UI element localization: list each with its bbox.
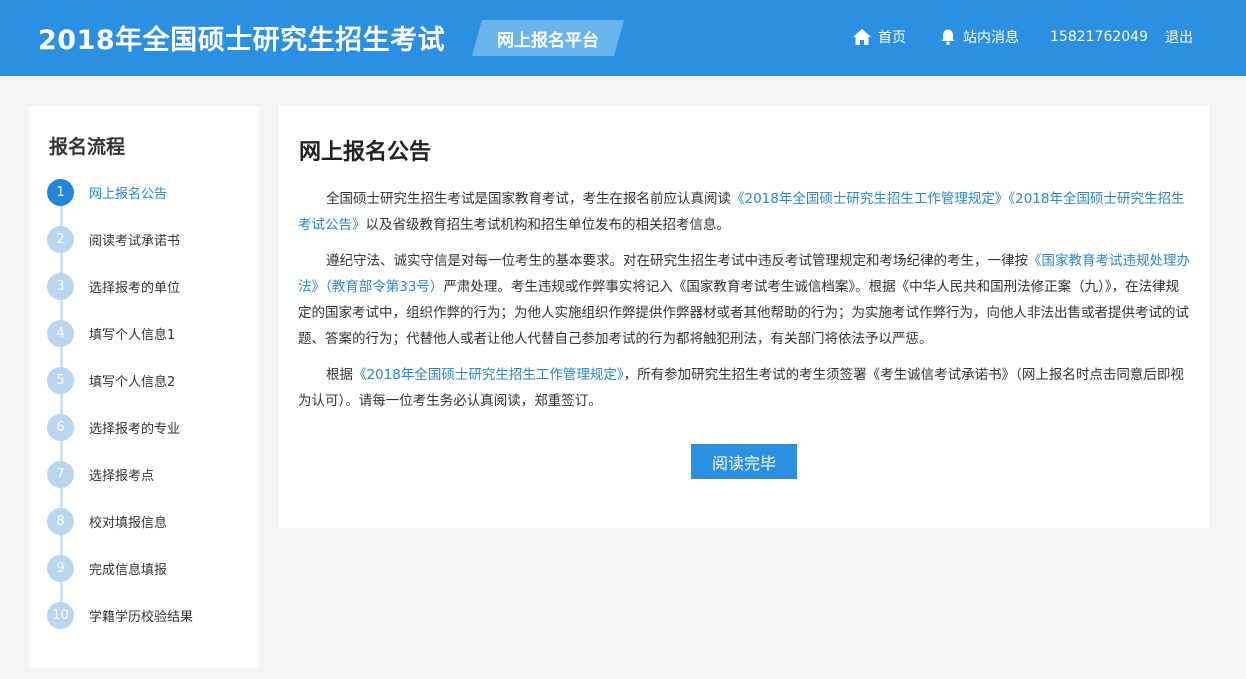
step-number: 7	[47, 460, 74, 488]
step-number: 9	[47, 554, 74, 582]
step-item-4[interactable]: 4 填写个人信息1	[47, 319, 175, 347]
step-number: 5	[47, 366, 74, 394]
step-number: 8	[47, 507, 74, 535]
paragraph-2: 遵纪守法、诚实守信是对每一位考生的基本要求。对在研究生招生考试中违反考试管理规定…	[298, 248, 1190, 352]
nav-messages-link[interactable]: 站内消息	[939, 26, 1019, 48]
step-item-9[interactable]: 9 完成信息填报	[47, 554, 167, 582]
regulation-link[interactable]: 《2018年全国硕士研究生招生工作管理规定》	[353, 367, 624, 383]
paragraph-text: 遵纪守法、诚实守信是对每一位考生的基本要求。对在研究生招生考试中违反考试管理规定…	[326, 253, 1028, 269]
nav-home-link[interactable]: 首页	[852, 26, 906, 48]
step-number: 10	[47, 601, 74, 629]
steps-connector-line	[60, 192, 63, 616]
process-sidebar: 报名流程 1 网上报名公告 2 阅读考试承诺书 3 选择报考的单位 4 填写个人…	[29, 106, 259, 668]
step-item-6[interactable]: 6 选择报考的专业	[47, 413, 180, 441]
user-phone[interactable]: 15821762049	[1050, 26, 1148, 48]
step-label: 填写个人信息1	[89, 327, 176, 343]
step-item-5[interactable]: 5 填写个人信息2	[47, 366, 175, 394]
step-label: 校对填报信息	[89, 515, 168, 531]
step-label: 网上报名公告	[89, 186, 168, 202]
page-title: 网上报名公告	[299, 140, 432, 165]
logout-link[interactable]: 退出	[1165, 26, 1193, 48]
regulation-link[interactable]: 《2018年全国硕士研究生招生工作管理规定》	[731, 191, 1008, 207]
paragraph-text: 全国硕士研究生招生考试是国家教育考试，考生在报名前应认真阅读	[326, 191, 731, 207]
platform-badge: 网上报名平台	[472, 20, 624, 56]
step-item-7[interactable]: 7 选择报考点	[47, 460, 154, 488]
top-header: 2018年全国硕士研究生招生考试 网上报名平台 首页 站内消息 15821762…	[0, 0, 1246, 76]
announcement-panel: 网上报名公告 全国硕士研究生招生考试是国家教育考试，考生在报名前应认真阅读《20…	[279, 106, 1209, 528]
paragraph-1: 全国硕士研究生招生考试是国家教育考试，考生在报名前应认真阅读《2018年全国硕士…	[298, 186, 1190, 238]
step-number: 2	[47, 225, 74, 253]
step-label: 选择报考的专业	[89, 421, 181, 437]
nav-messages-label: 站内消息	[963, 30, 1019, 46]
read-complete-button[interactable]: 阅读完毕	[691, 444, 797, 479]
paragraph-text: 以及省级教育招生考试机构和招生单位发布的相关招考信息。	[365, 217, 731, 233]
step-number: 1	[47, 178, 74, 206]
home-icon	[852, 28, 872, 46]
announcement-body: 全国硕士研究生招生考试是国家教育考试，考生在报名前应认真阅读《2018年全国硕士…	[298, 186, 1190, 424]
step-item-10[interactable]: 10 学籍学历校验结果	[47, 601, 193, 629]
step-item-1[interactable]: 1 网上报名公告	[47, 178, 167, 206]
step-item-8[interactable]: 8 校对填报信息	[47, 507, 167, 535]
step-item-3[interactable]: 3 选择报考的单位	[47, 272, 180, 300]
step-item-2[interactable]: 2 阅读考试承诺书	[47, 225, 180, 253]
step-label: 填写个人信息2	[89, 374, 176, 390]
step-number: 6	[47, 413, 74, 441]
site-title: 2018年全国硕士研究生招生考试	[38, 25, 446, 56]
paragraph-text: 根据	[326, 367, 353, 383]
bell-icon	[939, 28, 957, 46]
step-number: 4	[47, 319, 74, 347]
step-number: 3	[47, 272, 74, 300]
step-label: 学籍学历校验结果	[89, 609, 194, 625]
sidebar-title: 报名流程	[49, 136, 126, 158]
step-label: 选择报考点	[89, 468, 155, 484]
step-label: 阅读考试承诺书	[89, 233, 181, 249]
paragraph-3: 根据《2018年全国硕士研究生招生工作管理规定》，所有参加研究生招生考试的考生须…	[298, 362, 1190, 414]
nav-home-label: 首页	[878, 30, 906, 46]
step-label: 完成信息填报	[89, 562, 168, 578]
step-label: 选择报考的单位	[89, 280, 181, 296]
